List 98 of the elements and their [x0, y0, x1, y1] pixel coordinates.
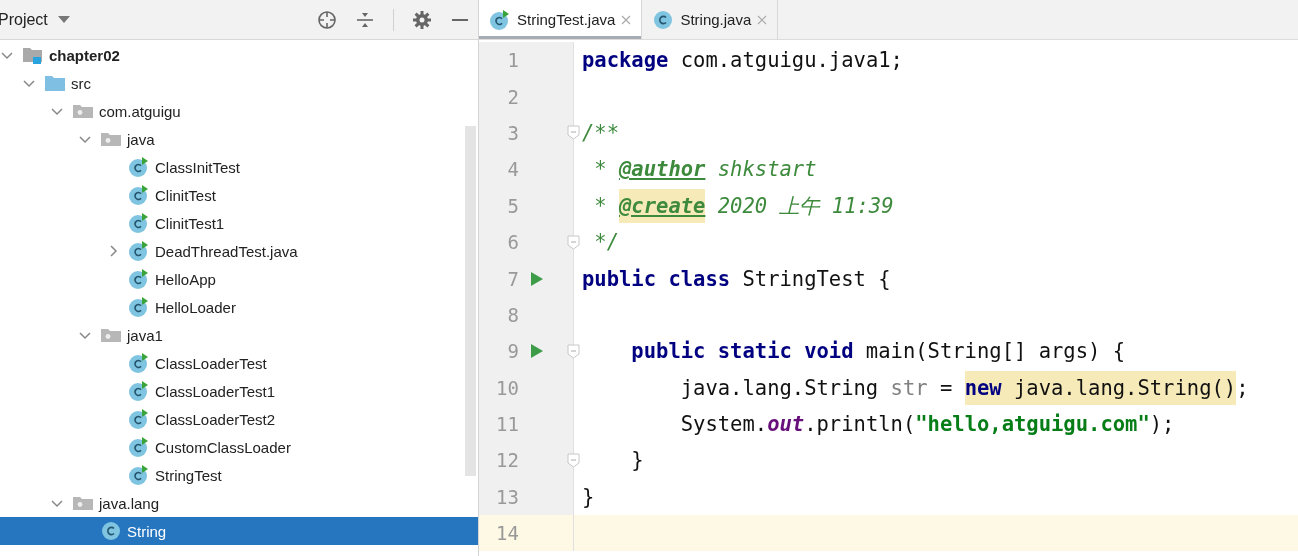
code-line: public class StringTest {: [581, 265, 891, 293]
runnable-class-icon: [128, 352, 150, 374]
code-line: }: [630, 447, 644, 475]
tree-item-label: ClassLoaderTest: [155, 354, 267, 372]
code-line: * @author shkstart: [593, 156, 817, 184]
tree-item-label: String: [127, 522, 167, 540]
project-view-dropdown[interactable]: Project: [0, 10, 70, 29]
line-number: 12: [495, 449, 519, 472]
tree-item-label: StringTest: [155, 466, 222, 484]
tree-item-label: ClinitTest1: [155, 214, 225, 232]
locate-target-icon[interactable]: [317, 9, 337, 30]
tree-row[interactable]: ClassLoaderTest: [0, 349, 478, 377]
editor-tab[interactable]: String.java: [642, 0, 779, 39]
runnable-class-icon: [489, 8, 511, 31]
tree-item-label: src: [71, 74, 91, 92]
tab-label: String.java: [680, 11, 752, 28]
line-number: 3: [506, 121, 519, 144]
package-folder-icon: [100, 326, 122, 344]
tree-row[interactable]: chapter02: [0, 41, 478, 69]
tree-row[interactable]: ClassLoaderTest2: [0, 405, 478, 433]
close-icon[interactable]: [621, 14, 632, 25]
line-number: 14: [495, 522, 519, 545]
tree-item-label: ClassInitTest: [155, 158, 241, 176]
tree-row[interactable]: HelloApp: [0, 265, 478, 293]
code-line: System.out.println("hello,atguigu.com");: [679, 411, 1175, 439]
package-folder-icon: [72, 494, 94, 512]
source-folder-icon: [44, 74, 66, 92]
line-number: 1: [506, 49, 519, 72]
tree-item-label: java: [127, 130, 155, 148]
package-folder-icon: [72, 102, 94, 120]
line-number: 9: [506, 340, 519, 363]
code-line: /**: [581, 119, 620, 147]
line-number: 11: [495, 413, 519, 436]
tree-row[interactable]: ClinitTest1: [0, 209, 478, 237]
runnable-class-icon: [128, 464, 150, 486]
tree-row[interactable]: ClinitTest: [0, 181, 478, 209]
tree-row[interactable]: StringTest: [0, 461, 478, 489]
close-icon[interactable]: [757, 14, 768, 25]
tree-item-label: ClassLoaderTest1: [155, 382, 276, 400]
code-line: public static void main(String[] args) {: [630, 338, 1126, 366]
fold-marker-icon[interactable]: [567, 234, 580, 250]
runnable-class-icon: [128, 240, 150, 262]
tree-row[interactable]: src: [0, 69, 478, 97]
tree-item-label: ClassLoaderTest2: [155, 410, 276, 428]
runnable-class-icon: [128, 380, 150, 402]
scrollbar[interactable]: [465, 126, 476, 476]
tree-row[interactable]: ClassLoaderTest1: [0, 377, 478, 405]
line-number: 4: [506, 158, 519, 181]
runnable-class-icon: [128, 156, 150, 178]
tree-row[interactable]: java: [0, 125, 478, 153]
line-number: 13: [495, 485, 519, 508]
editor-tab[interactable]: StringTest.java: [479, 0, 643, 39]
line-number: 7: [506, 267, 519, 290]
run-icon[interactable]: [530, 270, 544, 287]
code-line: java.lang.String str = new java.lang.String();: [574, 369, 1249, 406]
runnable-class-icon: [128, 296, 150, 318]
line-number: 5: [506, 194, 519, 217]
code-line: }: [581, 483, 595, 511]
tree-item-label: com.atguigu: [99, 102, 181, 120]
runnable-class-icon: [128, 436, 150, 458]
tree-row[interactable]: String: [0, 517, 478, 545]
fold-marker-icon[interactable]: [567, 453, 580, 468]
runnable-class-icon: [128, 408, 150, 430]
runnable-class-icon: [128, 268, 150, 290]
tree-item-label: CustomClassLoader: [155, 438, 291, 456]
code-line: * @create 2020 上午 11:39: [574, 187, 894, 224]
class-icon: [652, 8, 675, 31]
tree-row[interactable]: CustomClassLoader: [0, 433, 478, 461]
run-icon[interactable]: [530, 343, 544, 360]
tree-row[interactable]: java1: [0, 321, 478, 349]
line-number: 10: [495, 376, 519, 399]
package-folder-icon: [100, 130, 122, 148]
fold-marker-icon[interactable]: [567, 343, 580, 359]
module-folder-icon: [22, 45, 44, 65]
tab-label: StringTest.java: [517, 11, 616, 28]
tree-item-label: HelloApp: [155, 270, 216, 288]
line-number: 8: [506, 303, 519, 326]
settings-icon[interactable]: [412, 9, 432, 30]
tree-row[interactable]: DeadThreadTest.java: [0, 237, 478, 265]
tree-item-label: DeadThreadTest.java: [155, 242, 298, 260]
code-line: package com.atguigu.java1;: [581, 47, 903, 75]
line-number: 6: [506, 231, 519, 254]
tree-row[interactable]: com.atguigu: [0, 97, 478, 125]
tree-row[interactable]: HelloLoader: [0, 293, 478, 321]
runnable-class-icon: [128, 184, 150, 206]
tree-item-label: ClinitTest: [155, 186, 216, 204]
fold-marker-icon[interactable]: [567, 125, 580, 141]
tree-item-label: chapter02: [49, 46, 120, 64]
caret-icon: [57, 15, 70, 24]
runnable-class-icon: [128, 212, 150, 234]
code-line: */: [593, 229, 620, 257]
line-number: 2: [506, 85, 519, 108]
tree-row[interactable]: ClassInitTest: [0, 153, 478, 181]
tree-item-label: java.lang: [99, 494, 160, 512]
tree-row[interactable]: java.lang: [0, 489, 478, 517]
tree-item-label: HelloLoader: [155, 298, 236, 316]
class-icon: [100, 520, 122, 542]
tree-item-label: java1: [127, 326, 163, 344]
